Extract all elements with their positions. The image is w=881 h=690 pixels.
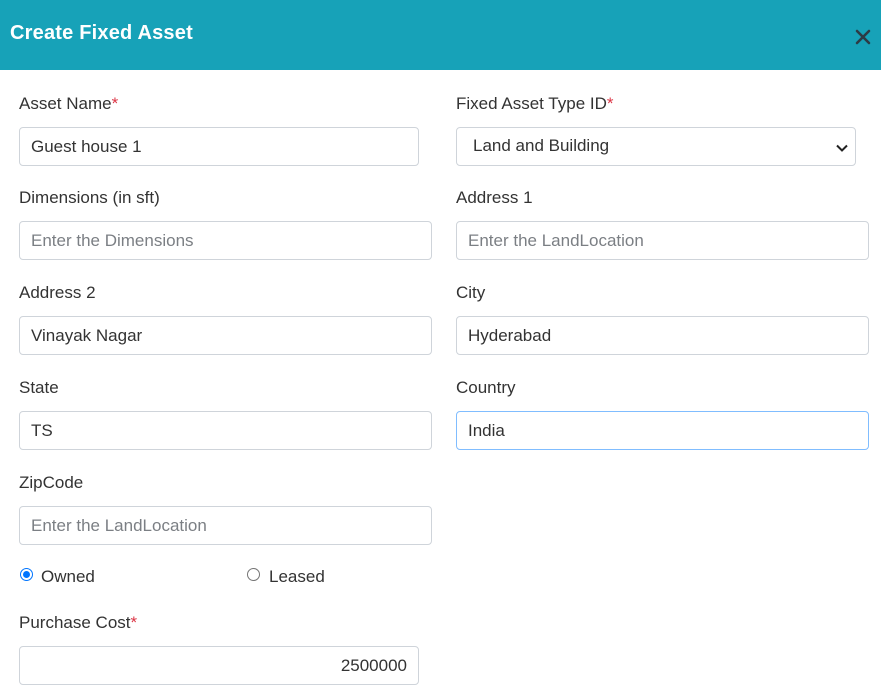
zipcode-input[interactable] xyxy=(19,506,432,545)
address1-label: Address 1 xyxy=(456,188,533,207)
close-icon[interactable] xyxy=(852,26,874,48)
zipcode-label: ZipCode xyxy=(19,473,84,492)
required-mark: * xyxy=(111,94,119,113)
dialog-title: Create Fixed Asset xyxy=(10,22,193,44)
state-label: State xyxy=(19,378,59,397)
purchase-cost-label: Purchase Cost* xyxy=(19,613,138,632)
state-input[interactable] xyxy=(19,411,432,450)
owned-radio[interactable] xyxy=(20,568,33,581)
city-label: City xyxy=(456,283,486,302)
country-input[interactable] xyxy=(456,411,869,450)
dimensions-label: Dimensions (in sft) xyxy=(19,188,160,207)
required-mark: * xyxy=(606,94,614,113)
fixed-asset-type-select[interactable]: Land and Building xyxy=(456,127,856,166)
leased-radio-label: Leased xyxy=(269,567,325,586)
leased-radio[interactable] xyxy=(247,568,260,581)
dimensions-input[interactable] xyxy=(19,221,432,260)
address2-label: Address 2 xyxy=(19,283,96,302)
address1-input[interactable] xyxy=(456,221,869,260)
owned-radio-label: Owned xyxy=(41,567,95,586)
fixed-asset-type-label: Fixed Asset Type ID* xyxy=(456,94,614,113)
fixed-asset-type-selected: Land and Building xyxy=(473,136,610,155)
dialog-header: Create Fixed Asset xyxy=(0,0,881,70)
address2-input[interactable] xyxy=(19,316,432,355)
country-label: Country xyxy=(456,378,516,397)
asset-name-label: Asset Name* xyxy=(19,94,119,113)
purchase-cost-input[interactable] xyxy=(19,646,419,685)
chevron-down-icon xyxy=(835,140,849,154)
required-mark: * xyxy=(130,613,138,632)
asset-name-input[interactable] xyxy=(19,127,419,166)
city-input[interactable] xyxy=(456,316,869,355)
